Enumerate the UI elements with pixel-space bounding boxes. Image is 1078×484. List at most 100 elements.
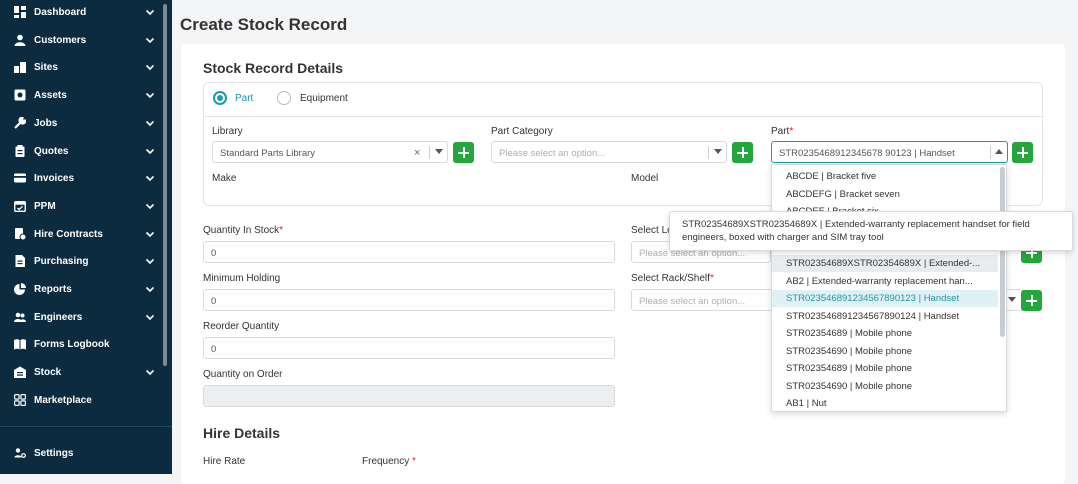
chevron-down-icon[interactable]: [144, 228, 156, 240]
sidebar-item-jobs[interactable]: Jobs: [0, 111, 164, 137]
chevron-down-icon[interactable]: [1008, 297, 1016, 302]
sidebar-item-ppm[interactable]: PPM: [0, 194, 164, 220]
reorder-quantity-label: Reorder Quantity: [203, 321, 280, 332]
equipment-radio-label[interactable]: Equipment: [300, 93, 348, 104]
chevron-down-icon[interactable]: [714, 149, 722, 154]
part-option[interactable]: ABCDE | Bracket five: [772, 168, 998, 185]
part-option[interactable]: STR02354690 | Mobile phone: [772, 378, 998, 395]
sidebar-item-label: Assets: [34, 90, 67, 102]
chevron-up-icon[interactable]: [995, 149, 1003, 154]
part-option[interactable]: STR023546891234567890124 | Handset: [772, 308, 998, 325]
hire-icon: [14, 227, 26, 240]
sidebar-item-reports[interactable]: Reports: [0, 277, 164, 303]
part-select[interactable]: STR0235468912345678 90123 | Handset: [771, 141, 1008, 163]
part-option[interactable]: STR02354690 | Mobile phone: [772, 343, 998, 360]
part-option[interactable]: AB2 | Extended-warranty replacement han.…: [772, 273, 998, 290]
building-icon: [14, 61, 26, 74]
asset-icon: [14, 89, 26, 101]
sidebar-item-marketplace[interactable]: Marketplace: [0, 388, 164, 414]
part-category-select[interactable]: Please select an option...: [491, 141, 727, 163]
part-radio[interactable]: [213, 91, 227, 105]
add-rack-shelf-button[interactable]: [1021, 290, 1042, 311]
users-icon: [14, 311, 26, 323]
part-option[interactable]: STR02354689XSTR02354689X | Extended-...: [772, 255, 998, 272]
rack-shelf-label: Select Rack/Shelf*: [631, 273, 714, 284]
section-title-stock-record: Stock Record Details: [203, 60, 344, 76]
sidebar-item-purchasing[interactable]: Purchasing: [0, 249, 164, 275]
sidebar-item-label: Marketplace: [34, 394, 92, 406]
sidebar-scrollbar[interactable]: [163, 4, 167, 366]
part-option[interactable]: AB1 | Nut: [772, 395, 998, 411]
chevron-down-icon[interactable]: [435, 149, 443, 154]
chevron-down-icon[interactable]: [144, 255, 156, 267]
chevron-down-icon[interactable]: [144, 366, 156, 378]
sidebar-item-customers[interactable]: Customers: [0, 28, 164, 54]
document-icon: [14, 255, 26, 268]
make-label: Make: [212, 173, 237, 184]
sidebar-item-hire-contracts[interactable]: Hire Contracts: [0, 222, 164, 248]
select-separator: [990, 146, 991, 159]
chevron-down-icon[interactable]: [144, 89, 156, 101]
sidebar-item-label: Stock: [34, 367, 62, 379]
chevron-down-icon[interactable]: [144, 117, 156, 129]
quantity-in-stock-input[interactable]: 0: [203, 241, 615, 263]
model-label: Model: [631, 173, 659, 184]
sidebar-item-invoices[interactable]: Invoices: [0, 166, 164, 192]
sidebar-item-label: Engineers: [34, 311, 83, 323]
select-separator: [429, 146, 430, 159]
sidebar-item-quotes[interactable]: Quotes: [0, 139, 164, 165]
rack-shelf-placeholder: Please select an option...: [639, 296, 746, 307]
quantity-in-stock-label: Quantity In Stock*: [203, 225, 284, 236]
add-part-button[interactable]: [1012, 142, 1033, 163]
quantity-on-order-label: Quantity on Order: [203, 369, 283, 380]
clear-icon[interactable]: ×: [414, 147, 420, 159]
chevron-down-icon[interactable]: [144, 311, 156, 323]
chevron-down-icon[interactable]: [144, 34, 156, 46]
sidebar-item-stock[interactable]: Stock: [0, 360, 164, 386]
calendar-icon: [14, 200, 26, 212]
minimum-holding-label: Minimum Holding: [203, 273, 281, 284]
reorder-quantity-input[interactable]: 0: [203, 337, 615, 359]
wrench-icon: [14, 116, 26, 129]
select-location-label: Select Lo: [631, 225, 673, 236]
chevron-down-icon[interactable]: [144, 200, 156, 212]
sidebar-item-assets[interactable]: Assets: [0, 83, 164, 109]
frequency-label: Frequency *: [362, 456, 416, 467]
chevron-down-icon[interactable]: [144, 283, 156, 295]
dropdown-scrollbar[interactable]: [1000, 167, 1005, 337]
library-select[interactable]: Standard Parts Library ×: [212, 141, 448, 163]
sidebar-item-label: PPM: [34, 200, 56, 212]
chevron-down-icon[interactable]: [144, 172, 156, 184]
sidebar-item-label: Customers: [34, 34, 87, 46]
quantity-on-order-input: [203, 385, 615, 407]
minimum-holding-input[interactable]: 0: [203, 289, 615, 311]
chevron-down-icon[interactable]: [144, 6, 156, 18]
chevron-down-icon[interactable]: [144, 61, 156, 73]
equipment-radio[interactable]: [277, 91, 291, 105]
select-separator: [708, 146, 709, 159]
user-icon: [14, 34, 26, 46]
add-library-button[interactable]: [453, 142, 474, 163]
warehouse-icon: [14, 366, 26, 379]
part-option[interactable]: ABCDEFG | Bracket seven: [772, 186, 998, 203]
sidebar-item-label: Invoices: [34, 173, 75, 185]
part-option[interactable]: STR02354689 | Mobile phone: [772, 325, 998, 342]
sidebar-item-dashboard[interactable]: Dashboard: [0, 0, 164, 26]
sidebar-item-engineers[interactable]: Engineers: [0, 305, 164, 331]
add-part-category-button[interactable]: [732, 142, 753, 163]
part-radio-label[interactable]: Part: [235, 93, 253, 104]
part-option[interactable]: STR02354689 | Mobile phone: [772, 360, 998, 377]
sidebar-item-settings[interactable]: Settings: [0, 441, 164, 467]
sidebar-item-sites[interactable]: Sites: [0, 55, 164, 81]
invoice-icon: [14, 172, 26, 184]
section-title-hire-details: Hire Details: [203, 425, 281, 441]
hire-rate-label: Hire Rate: [203, 456, 246, 467]
sidebar-item-label: Settings: [34, 448, 74, 459]
sidebar-item-forms-logbook[interactable]: Forms Logbook: [0, 332, 164, 358]
sidebar-item-label: Jobs: [34, 117, 58, 129]
page-title: Create Stock Record: [180, 15, 348, 34]
part-option[interactable]: STR023546891234567890123 | Handset: [772, 290, 998, 307]
chevron-down-icon[interactable]: [144, 145, 156, 157]
book-icon: [14, 338, 26, 350]
part-value: STR0235468912345678 90123 | Handset: [779, 148, 955, 159]
